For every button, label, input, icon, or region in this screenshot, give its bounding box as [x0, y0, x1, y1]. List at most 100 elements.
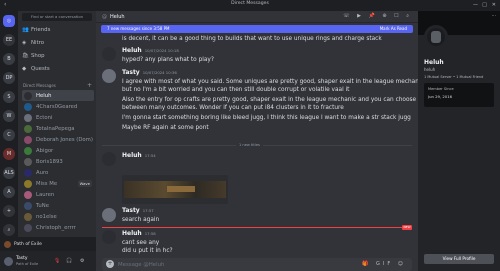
dm-item[interactable]: TotalnaPepega: [22, 123, 94, 134]
composer-placeholder: Message @Heluh: [118, 261, 165, 268]
avatar: [24, 135, 32, 144]
dm-name: Boris1893: [36, 158, 63, 165]
image-attachment[interactable]: [122, 175, 228, 204]
avatar: [24, 223, 32, 232]
message-text: I'm gonna start something boring like bl…: [122, 115, 411, 121]
server-icon[interactable]: EE: [3, 34, 15, 46]
message-time: 17:58: [144, 231, 156, 236]
dm-name: Christoph_errrr: [36, 224, 76, 231]
mic-muted-icon[interactable]: 🎙: [54, 258, 60, 264]
server-icon[interactable]: +: [3, 205, 15, 217]
shop-icon: 🛍: [22, 52, 29, 59]
minimize-icon[interactable]: —: [473, 2, 478, 8]
dm-item[interactable]: no1else: [22, 211, 94, 222]
view-full-profile-button[interactable]: View Full Profile: [424, 254, 494, 264]
message-author[interactable]: Heluh 17:54: [122, 152, 156, 159]
nav-friends[interactable]: 👥 Friends: [22, 24, 92, 35]
close-icon[interactable]: ✕: [492, 2, 496, 8]
avatar[interactable]: [102, 230, 116, 244]
nav-label: Quests: [31, 65, 50, 72]
dm-item[interactable]: Lauren: [22, 189, 94, 200]
avatar[interactable]: [102, 208, 116, 222]
headset-icon[interactable]: 🎧: [66, 258, 72, 264]
nav-quests[interactable]: ◆ Quests: [22, 63, 92, 74]
wave-button[interactable]: Wave: [77, 180, 92, 187]
message-text: I agree with most of what you said. Some…: [122, 79, 418, 85]
avatar: [24, 146, 32, 155]
dm-name: no1else: [36, 213, 57, 220]
avatar: [24, 157, 32, 166]
avatar[interactable]: [424, 25, 448, 49]
avatar[interactable]: [102, 47, 116, 61]
dm-item[interactable]: Christoph_errrr: [22, 222, 94, 233]
chat-panel: @ Heluh ☏ ▶ 📌 ⊕ ☐ ⌕ 7 new messages since…: [96, 11, 418, 271]
mark-as-read-button[interactable]: Mark As Read: [380, 25, 407, 33]
user-name: Tasty: [16, 256, 28, 261]
mutuals[interactable]: 1 Mutual Server • 1 Mutual Friend: [424, 75, 483, 79]
home-button[interactable]: ◎: [3, 15, 15, 27]
message-text: is decent, it can be a good thing to bui…: [122, 36, 382, 42]
server-icon[interactable]: DP: [3, 72, 15, 84]
server-icon[interactable]: A: [3, 186, 15, 198]
new-badge: NEW: [402, 225, 412, 230]
message-author[interactable]: Tasty 17:57: [122, 207, 154, 214]
dm-item[interactable]: Ectoni: [22, 112, 94, 123]
dm-item[interactable]: Abigor: [22, 145, 94, 156]
avatar[interactable]: [4, 257, 13, 266]
dm-name: Ectoni: [36, 114, 53, 121]
date-divider-label: 1 new titles: [236, 143, 263, 147]
nav-nitro[interactable]: ◈ Nitro: [22, 37, 92, 48]
nav-label: Friends: [31, 26, 51, 33]
message-author[interactable]: Heluh 17:58: [122, 230, 156, 237]
server-icon[interactable]: M: [3, 148, 15, 160]
message-text: but no I'm a bit worried and you can the…: [122, 87, 350, 93]
profile-name: Heluh: [424, 59, 444, 66]
avatar: [24, 212, 32, 221]
dm-item[interactable]: TuNe: [22, 200, 94, 211]
nav-label: Nitro: [31, 39, 45, 46]
avatar[interactable]: [102, 152, 116, 166]
dm-name: TuNe: [36, 202, 50, 209]
server-icon[interactable]: C: [3, 129, 15, 141]
dm-item[interactable]: Auro: [22, 167, 94, 178]
server-icon[interactable]: ALS: [3, 167, 15, 179]
maximize-icon[interactable]: □: [482, 2, 487, 8]
server-icon[interactable]: W: [3, 110, 15, 122]
game-icon: [4, 240, 11, 248]
nav-shop[interactable]: 🛍 Shop: [22, 50, 92, 61]
dm-name: Auro: [36, 169, 49, 176]
message-composer[interactable]: + Message @Heluh 🎁 GIF ☺: [102, 258, 412, 271]
message-author[interactable]: Tasty 10/07/2024 10:36: [122, 69, 177, 76]
now-playing[interactable]: Path of Exile: [0, 237, 96, 251]
avatar[interactable]: [102, 69, 116, 83]
dm-item[interactable]: Boris1893: [22, 156, 94, 167]
dm-item[interactable]: Deborah Jones (Dom): [22, 134, 94, 145]
message-text: Maybe RF again at some pont: [122, 125, 209, 131]
new-messages-banner[interactable]: 7 new messages since 3:58 PM Mark As Rea…: [101, 25, 413, 33]
message-text: did u put it in hc?: [122, 248, 173, 254]
chat-recipient: Heluh: [110, 13, 125, 20]
nitro-icon: ◈: [22, 39, 27, 46]
composer-tools[interactable]: 🎁 GIF ☺: [362, 261, 406, 267]
dm-item[interactable]: 4Chars0Geared: [22, 101, 94, 112]
server-icon[interactable]: S: [3, 91, 15, 103]
add-dm-icon[interactable]: +: [87, 82, 92, 89]
profile-username: heluh: [424, 67, 436, 72]
dm-item[interactable]: Miss Me Wave: [22, 178, 94, 189]
search-input[interactable]: Find or start a conversation: [22, 13, 92, 21]
gear-icon[interactable]: ⚙: [80, 258, 84, 264]
message-author[interactable]: Heluh 10/07/2024 10:18: [122, 47, 179, 54]
author-name: Tasty: [122, 207, 140, 214]
dm-header-label: Direct Messages: [23, 83, 56, 88]
dm-item[interactable]: Heluh: [22, 90, 94, 101]
at-icon: @: [102, 13, 107, 20]
header-actions[interactable]: ☏ ▶ 📌 ⊕ ☐ ⌕: [343, 13, 412, 19]
message-text: Also the entry for op crafts are pretty …: [122, 97, 417, 103]
avatar: [24, 102, 32, 111]
dm-name: Abigor: [36, 147, 54, 154]
add-attachment-icon[interactable]: +: [106, 260, 114, 268]
server-icon[interactable]: ⌕: [3, 224, 15, 236]
more-options-icon[interactable]: ⋯: [492, 14, 497, 19]
server-icon[interactable]: B: [3, 53, 15, 65]
avatar: [24, 201, 32, 210]
